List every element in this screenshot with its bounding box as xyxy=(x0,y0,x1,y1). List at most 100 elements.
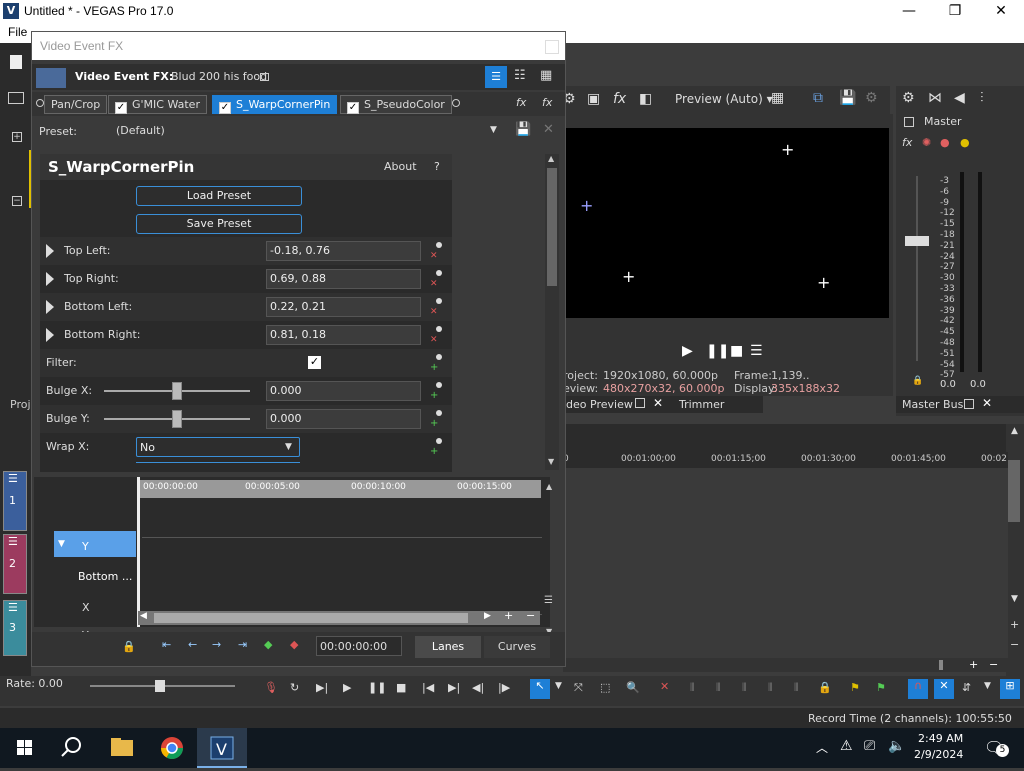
prev-frame-icon[interactable]: ◀| xyxy=(472,681,484,694)
selection-tool-icon[interactable]: ⬚ xyxy=(600,681,610,694)
stop-icon[interactable]: ■ xyxy=(396,681,406,694)
timecode-field[interactable]: 00:00:00:00 xyxy=(316,636,402,656)
loop-icon[interactable]: ↻ xyxy=(290,681,299,694)
add-fx-icon[interactable]: fx xyxy=(516,96,526,109)
undock-icon[interactable] xyxy=(635,398,645,408)
lanes-button[interactable]: Lanes xyxy=(415,636,481,658)
collapse-triangle-icon[interactable]: ▼ xyxy=(58,539,65,549)
lock-icon[interactable]: 🔒 xyxy=(912,376,923,386)
save-preset-icon[interactable]: 💾 xyxy=(515,122,531,137)
list-view-icon[interactable]: ☰ xyxy=(485,66,507,88)
preset-dropdown[interactable]: (Default) ▼ xyxy=(112,121,504,141)
bulge-y-slider-knob[interactable] xyxy=(172,410,182,428)
add-keyframe-icon[interactable]: ◆ xyxy=(264,638,272,651)
chain-s-pseudocolor[interactable]: ✓ S_PseudoColor xyxy=(340,95,452,114)
scroll-down-icon[interactable]: ▼ xyxy=(1011,594,1018,604)
playhead[interactable] xyxy=(137,477,140,627)
tab-master-bus[interactable]: Master Bus xyxy=(902,398,963,411)
ethernet-icon[interactable]: ⎚ xyxy=(864,738,875,754)
explorer-icon[interactable] xyxy=(8,92,24,104)
maximize-button[interactable]: ❐ xyxy=(932,0,978,23)
split-screen-icon[interactable]: ◧ xyxy=(639,91,652,107)
chrome-icon[interactable] xyxy=(147,728,197,768)
wrap-x-dropdown[interactable]: No ▼ xyxy=(136,437,300,457)
zoom-out-icon[interactable]: − xyxy=(989,658,998,671)
prev-keyframe-icon[interactable]: ← xyxy=(188,638,197,651)
split-alt-icon[interactable]: ⫴ xyxy=(794,681,799,695)
scroll-thumb[interactable] xyxy=(939,660,943,670)
split-icon[interactable]: ⫴ xyxy=(768,681,773,695)
close-tab-icon[interactable]: ✕ xyxy=(653,396,663,410)
record-icon[interactable]: 🎙 xyxy=(264,681,278,694)
preview-quality-select[interactable]: Preview (Auto) ▾ xyxy=(675,92,773,106)
keyframe-icon[interactable]: ✕ xyxy=(430,240,444,261)
undock-icon[interactable] xyxy=(964,399,974,409)
keyframe-icon[interactable]: + xyxy=(430,380,444,401)
minimize-button[interactable]: — xyxy=(886,0,932,23)
master-fader[interactable] xyxy=(905,236,929,246)
bottom-left-field[interactable]: 0.22, 0.21 xyxy=(266,297,421,317)
timeline-hscroll[interactable]: + − xyxy=(563,658,1006,672)
load-preset-button[interactable]: Load Preset xyxy=(136,186,302,206)
pause-icon[interactable]: ❚❚ xyxy=(368,681,386,694)
network-warning-icon[interactable]: ⚠ xyxy=(840,738,853,754)
volume-icon[interactable]: 🔈 xyxy=(888,738,905,754)
tab-trimmer[interactable]: Trimmer xyxy=(679,398,724,411)
close-tab-icon[interactable]: ✕ xyxy=(982,396,992,410)
chevron-down-icon[interactable]: ▼ xyxy=(984,681,991,691)
top-right-field[interactable]: 0.69, 0.88 xyxy=(266,269,421,289)
play-icon[interactable]: ▶ xyxy=(682,343,693,359)
last-keyframe-icon[interactable]: ⇥ xyxy=(238,638,247,651)
scroll-thumb[interactable] xyxy=(154,613,468,623)
fx-icon[interactable]: fx xyxy=(613,91,626,107)
lock-envelopes-icon[interactable]: ⊞ xyxy=(1000,679,1020,699)
region-icon[interactable]: ⚑ xyxy=(876,681,886,694)
settings-icon[interactable]: ⚙ xyxy=(902,90,915,106)
track-1-header[interactable]: ☰ 1 xyxy=(3,471,27,531)
project-tab[interactable]: Proj xyxy=(10,398,31,411)
tray-chevron-icon[interactable]: ︿ xyxy=(816,739,828,756)
remove-fx-icon[interactable]: fx xyxy=(542,96,552,109)
first-keyframe-icon[interactable]: ⇤ xyxy=(162,638,171,651)
solo-icon[interactable]: ● xyxy=(960,136,970,149)
lock-icon[interactable]: 🔒 xyxy=(122,640,136,653)
zoom-in-icon[interactable]: + xyxy=(504,609,513,622)
scroll-thumb[interactable] xyxy=(547,168,557,286)
scroll-left-icon[interactable]: ◀ xyxy=(140,611,147,621)
bulge-x-slider-knob[interactable] xyxy=(172,382,182,400)
trim-end-icon[interactable]: ⫴ xyxy=(742,681,747,695)
copy-icon[interactable]: ▣ xyxy=(587,91,600,107)
file-explorer-icon[interactable] xyxy=(97,728,147,768)
scroll-up-icon[interactable]: ▲ xyxy=(548,154,554,163)
start-button[interactable] xyxy=(0,728,50,768)
expand-triangle-icon[interactable] xyxy=(46,328,54,342)
zoom-in-icon[interactable]: + xyxy=(1010,618,1019,631)
chain-s-warpcornerpin[interactable]: ✓ S_WarpCornerPin xyxy=(212,95,338,114)
clock-date[interactable]: 2/9/2024 xyxy=(914,748,963,761)
snapping-icon[interactable]: ∩ xyxy=(908,679,928,699)
collapse-icon[interactable]: − xyxy=(12,196,22,206)
menu-icon[interactable]: ☰ xyxy=(750,343,763,359)
envelope-tool-icon[interactable]: ⤧ xyxy=(574,681,583,695)
corner-pin-handle[interactable]: + xyxy=(622,269,635,285)
normal-edit-tool-icon[interactable]: ↖ xyxy=(530,679,550,699)
zoom-in-icon[interactable]: + xyxy=(969,658,978,671)
options-icon[interactable]: ⚙ xyxy=(865,90,878,106)
speaker-icon[interactable]: ◀ xyxy=(954,90,965,106)
delete-keyframe-icon[interactable]: ◆ xyxy=(290,638,298,651)
keyframe-icon[interactable]: ✕ xyxy=(430,296,444,317)
chain-pan-crop[interactable]: Pan/Crop xyxy=(44,95,108,114)
mute-icon[interactable]: ● xyxy=(940,136,950,149)
trim-icon[interactable]: ⫴ xyxy=(690,681,695,695)
track-2-header[interactable]: ☰ 2 xyxy=(3,534,27,594)
corner-pin-handle[interactable]: + xyxy=(817,275,830,291)
keyframe-icon[interactable]: + xyxy=(430,436,444,457)
downmix-icon[interactable]: ⋈ xyxy=(928,90,942,106)
keyframe-icon[interactable]: + xyxy=(430,408,444,429)
next-keyframe-icon[interactable]: → xyxy=(212,638,221,651)
zoom-out-icon[interactable]: − xyxy=(1010,638,1019,651)
curves-button[interactable]: Curves xyxy=(484,636,550,658)
keyframe-icon[interactable]: ✕ xyxy=(430,268,444,289)
copy-snapshot-icon[interactable]: ⧉ xyxy=(813,90,823,106)
pause-icon[interactable]: ❚❚ xyxy=(706,343,729,359)
